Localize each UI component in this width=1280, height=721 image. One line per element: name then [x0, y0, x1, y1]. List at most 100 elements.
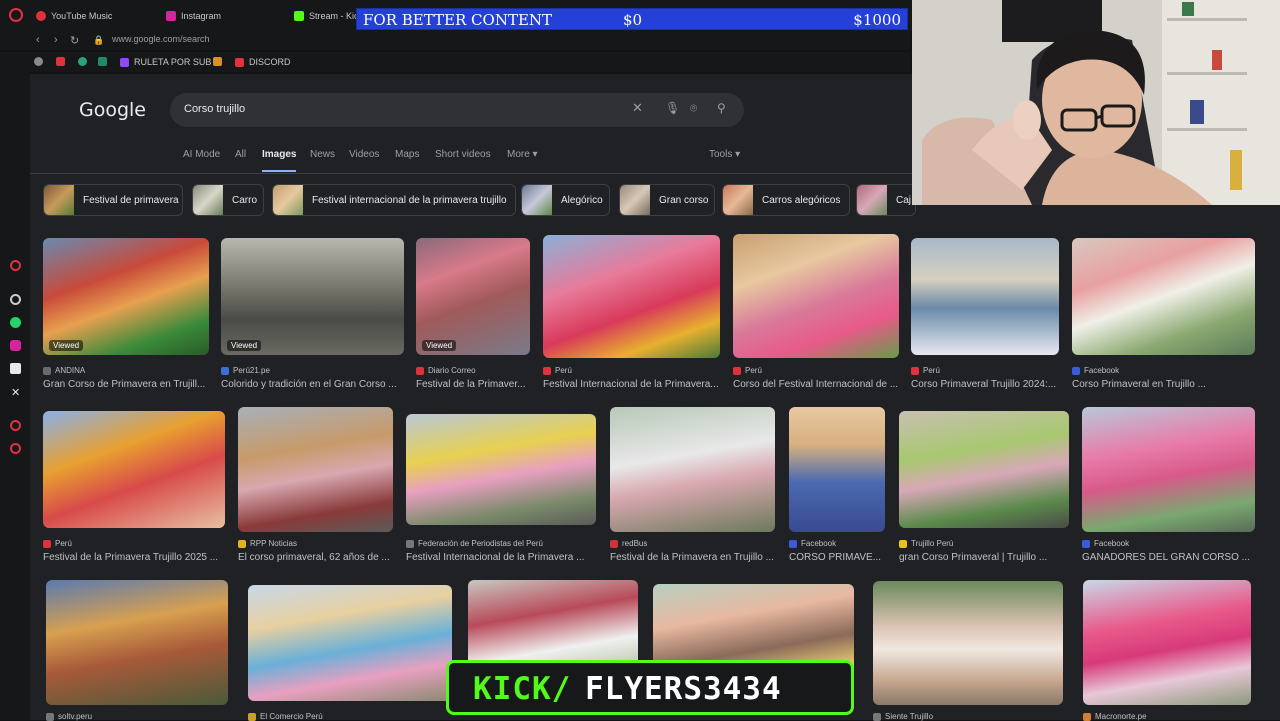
- result-image[interactable]: [1083, 580, 1251, 705]
- result-image[interactable]: Viewed: [43, 238, 209, 355]
- tab-youtube-music[interactable]: YouTube Music: [36, 8, 112, 24]
- viewed-badge: Viewed: [422, 340, 457, 351]
- tools-button[interactable]: Tools ▾: [709, 149, 740, 160]
- result-image[interactable]: [543, 235, 720, 358]
- result-image[interactable]: [873, 581, 1063, 705]
- result-image[interactable]: [43, 411, 225, 528]
- result-title[interactable]: Festival de la Primavera en Trujillo ...: [610, 552, 775, 563]
- sidebar-chatgpt-icon[interactable]: [10, 294, 21, 305]
- result-image[interactable]: Viewed: [221, 238, 404, 355]
- kick-prefix: KICK/: [473, 671, 572, 707]
- result-title[interactable]: GANADORES DEL GRAN CORSO ...: [1082, 552, 1255, 563]
- bookmark-icon-4[interactable]: [98, 57, 107, 66]
- bookmark-ruleta[interactable]: RULETA POR SUB: [120, 57, 211, 67]
- bookmark-discord[interactable]: DISCORD: [235, 57, 291, 67]
- result-image[interactable]: Viewed: [416, 238, 530, 355]
- chip-label: Gran corso: [659, 194, 709, 206]
- bookmark-icon-5[interactable]: [213, 57, 222, 66]
- source-favicon-icon: [1082, 539, 1090, 548]
- result-image[interactable]: [238, 407, 393, 532]
- tab-more[interactable]: More ▾: [507, 149, 538, 160]
- result-image[interactable]: [789, 407, 885, 532]
- result-title[interactable]: Corso del Festival Internacional de ...: [733, 379, 899, 390]
- chip-gran-corso[interactable]: Gran corso: [619, 184, 715, 216]
- result-image[interactable]: [406, 414, 596, 525]
- sidebar-history-icon[interactable]: [10, 420, 21, 431]
- result-image[interactable]: [46, 580, 228, 705]
- source-label: Perú: [923, 366, 940, 375]
- chip-carros-alegoricos[interactable]: Carros alegóricos: [722, 184, 850, 216]
- source-favicon-icon: [46, 712, 54, 721]
- source-label: Diario Correo: [428, 366, 476, 375]
- source-favicon-icon: [43, 366, 51, 375]
- goal-current: $0: [623, 11, 643, 29]
- result-title[interactable]: Corso Primaveral Trujillo 2024:...: [911, 379, 1059, 390]
- opera-logo-icon[interactable]: [9, 8, 23, 22]
- result-image[interactable]: [1082, 407, 1255, 532]
- lens-icon[interactable]: ⌾: [690, 101, 697, 116]
- chip-alegorico[interactable]: Alegórico: [521, 184, 610, 216]
- result-image[interactable]: [899, 411, 1069, 528]
- chip-caj[interactable]: Caj: [856, 184, 916, 216]
- result-image[interactable]: [610, 407, 775, 532]
- search-icon[interactable]: ⚲: [717, 101, 726, 115]
- reload-icon[interactable]: ↻: [70, 34, 79, 47]
- sidebar-x-icon[interactable]: ✕: [11, 386, 20, 399]
- source-label: Facebook: [801, 539, 837, 548]
- result-title[interactable]: CORSO PRIMAVE...: [789, 552, 885, 563]
- viewed-badge: Viewed: [49, 340, 84, 351]
- google-logo[interactable]: Google: [79, 99, 146, 121]
- bookmarks-bar: RULETA POR SUB DISCORD: [0, 52, 910, 72]
- sidebar-settings-icon[interactable]: [10, 443, 21, 454]
- tab-images[interactable]: Images: [262, 149, 296, 160]
- tab-label: YouTube Music: [51, 11, 113, 21]
- sidebar-tiktok-icon[interactable]: [10, 363, 21, 374]
- source-favicon-icon: [416, 366, 424, 375]
- result-image[interactable]: [733, 234, 899, 358]
- tab-maps[interactable]: Maps: [395, 149, 419, 160]
- search-box[interactable]: Corso trujillo ✕ 🎙 ⌾ ⚲: [170, 93, 744, 127]
- tab-ai-mode[interactable]: AI Mode: [183, 149, 220, 160]
- result-title[interactable]: Gran Corso de Primavera en Trujill...: [43, 379, 209, 390]
- source-favicon-icon: [248, 712, 256, 721]
- sidebar-instagram-icon[interactable]: [10, 340, 21, 351]
- tab-short-videos[interactable]: Short videos: [435, 149, 491, 160]
- result-title[interactable]: Festival Internacional de la Primavera .…: [406, 552, 596, 563]
- source-favicon-icon: [873, 712, 881, 721]
- source-favicon-icon: [221, 366, 229, 375]
- bookmark-icon-1[interactable]: [34, 57, 43, 66]
- mic-icon[interactable]: 🎙: [665, 101, 680, 115]
- chip-festival-de-primavera[interactable]: Festival de primavera: [43, 184, 183, 216]
- result-image[interactable]: [248, 585, 452, 701]
- sidebar-aria-icon[interactable]: [10, 260, 21, 271]
- result-title[interactable]: Corso Primaveral en Trujillo ...: [1072, 379, 1255, 390]
- result-title[interactable]: Festival de la Primaver...: [416, 379, 530, 390]
- result-title[interactable]: Festival de la Primavera Trujillo 2025 .…: [43, 552, 225, 563]
- tab-all[interactable]: All: [235, 149, 246, 160]
- result-title[interactable]: El corso primaveral, 62 años de ...: [238, 552, 393, 563]
- result-source: redBus: [610, 539, 647, 548]
- tab-videos[interactable]: Videos: [349, 149, 379, 160]
- youtube-music-icon: [36, 11, 46, 21]
- back-icon[interactable]: ‹: [36, 34, 40, 46]
- discord-icon: [235, 57, 244, 67]
- result-source: Facebook: [1072, 366, 1119, 375]
- tab-kick-stream[interactable]: Stream - Kick: [294, 8, 363, 24]
- source-favicon-icon: [899, 539, 907, 548]
- result-image[interactable]: [1072, 238, 1255, 355]
- result-title[interactable]: Festival Internacional de la Primavera..…: [543, 379, 720, 390]
- result-image[interactable]: [911, 238, 1059, 355]
- chip-festival-internacional[interactable]: Festival internacional de la primavera t…: [272, 184, 516, 216]
- result-title[interactable]: gran Corso Primaveral | Trujillo ...: [899, 552, 1069, 563]
- tab-news[interactable]: News: [310, 149, 335, 160]
- tab-instagram[interactable]: Instagram: [166, 8, 221, 24]
- forward-icon[interactable]: ›: [54, 34, 58, 46]
- sidebar-whatsapp-icon[interactable]: [10, 317, 21, 328]
- bookmark-icon-3[interactable]: [78, 57, 87, 66]
- chip-carro[interactable]: Carro: [192, 184, 264, 216]
- bookmark-icon-2[interactable]: [56, 57, 65, 66]
- result-title[interactable]: Colorido y tradición en el Gran Corso ..…: [221, 379, 404, 390]
- url-text[interactable]: www.google.com/search: [112, 34, 210, 44]
- search-input[interactable]: Corso trujillo: [184, 103, 245, 115]
- clear-icon[interactable]: ✕: [632, 100, 643, 116]
